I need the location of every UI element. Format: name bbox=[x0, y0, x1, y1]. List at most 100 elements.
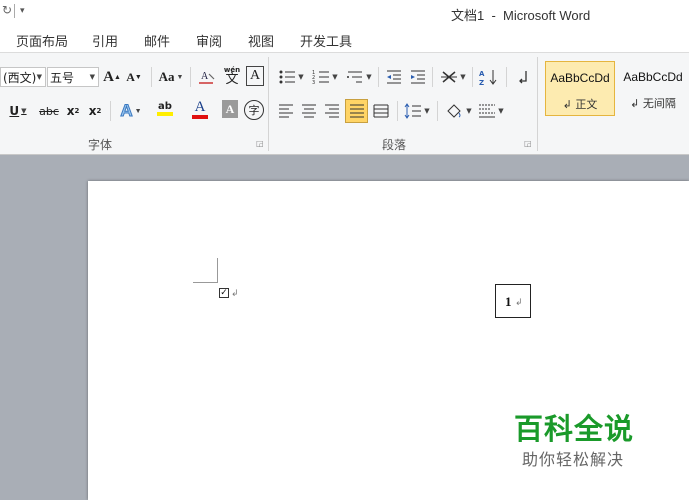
style-no-spacing[interactable]: AaBbCcDd ↲ 无间隔 bbox=[618, 61, 688, 116]
borders-icon bbox=[479, 104, 496, 118]
line-spacing-button[interactable]: ▼ bbox=[402, 100, 432, 122]
tab-review[interactable]: 审阅 bbox=[196, 31, 222, 50]
highlight-icon: ab bbox=[158, 101, 172, 112]
phonetic-char: 文 bbox=[225, 72, 239, 87]
font-size-combo[interactable]: 五号 ▼ bbox=[47, 67, 99, 87]
margin-corner-mark bbox=[217, 258, 218, 282]
align-left-icon bbox=[279, 104, 293, 118]
align-center-button[interactable] bbox=[299, 100, 319, 122]
watermark-tagline: 助你轻松解决 bbox=[522, 450, 625, 469]
character-border-button[interactable]: A bbox=[246, 66, 264, 86]
shrink-font-button[interactable]: A ▼ bbox=[125, 66, 143, 88]
borders-button[interactable]: ▼ bbox=[476, 100, 506, 122]
separator bbox=[397, 101, 398, 121]
paragraph-group-label: 段落 bbox=[382, 138, 407, 152]
text-box-content: 1 bbox=[505, 294, 512, 309]
enclose-char-icon: 字 bbox=[248, 104, 260, 117]
multilevel-list-button[interactable]: ▼ bbox=[344, 66, 374, 88]
text-effect-icon: A bbox=[120, 101, 133, 121]
grow-font-button[interactable]: A ▲ bbox=[103, 66, 121, 88]
tab-page-layout[interactable]: 页面布局 bbox=[16, 31, 68, 50]
separator bbox=[151, 67, 152, 87]
subscript-button[interactable]: x2 bbox=[64, 100, 82, 122]
tab-references[interactable]: 引用 bbox=[92, 31, 118, 50]
group-separator bbox=[268, 57, 269, 151]
phonetic-guide-button[interactable]: wén 文 bbox=[221, 64, 243, 86]
strikethrough-button[interactable]: abc bbox=[36, 100, 62, 122]
svg-text:A: A bbox=[479, 70, 485, 78]
font-dialog-launcher-icon[interactable]: ◲ bbox=[256, 139, 264, 148]
checkbox-symbol[interactable]: ✓ bbox=[219, 288, 229, 298]
enclose-characters-button[interactable]: 字 bbox=[244, 100, 264, 120]
bullet-list-icon bbox=[279, 70, 296, 84]
distributed-button[interactable] bbox=[371, 100, 391, 122]
tab-developer[interactable]: 开发工具 bbox=[300, 31, 352, 50]
clear-formatting-button[interactable]: A bbox=[196, 66, 218, 88]
show-marks-button[interactable] bbox=[512, 66, 532, 88]
increase-indent-button[interactable] bbox=[408, 66, 428, 88]
undo-icon[interactable]: ↻ bbox=[2, 3, 12, 17]
sort-icon: AZ bbox=[479, 70, 497, 86]
customize-quick-access-icon[interactable]: ▾ bbox=[20, 6, 25, 16]
tab-mailings[interactable]: 邮件 bbox=[144, 31, 170, 50]
align-left-button[interactable] bbox=[276, 100, 296, 122]
sort-button[interactable]: AZ bbox=[478, 66, 500, 88]
font-color-swatch bbox=[192, 114, 208, 119]
text-box[interactable]: 1 ↲ bbox=[495, 284, 531, 318]
increase-indent-icon bbox=[411, 70, 425, 84]
separator bbox=[110, 101, 111, 121]
font-color-button[interactable]: A bbox=[184, 98, 216, 120]
chevron-down-icon: ▼ bbox=[89, 73, 95, 81]
align-center-icon bbox=[302, 104, 316, 118]
paragraph-mark: ↲ bbox=[515, 298, 523, 308]
clear-format-icon: A bbox=[199, 71, 215, 84]
separator bbox=[432, 67, 433, 87]
align-right-button[interactable] bbox=[322, 100, 342, 122]
justify-button[interactable] bbox=[345, 99, 368, 123]
svg-text:A: A bbox=[201, 71, 209, 82]
tab-view[interactable]: 视图 bbox=[248, 31, 274, 50]
margin-corner-mark bbox=[193, 282, 218, 283]
chinese-layout-icon bbox=[441, 71, 458, 83]
separator bbox=[190, 67, 191, 87]
superscript-mark: 2 bbox=[96, 107, 102, 115]
svg-text:Z: Z bbox=[479, 79, 484, 86]
change-case-button[interactable]: Aa ▼ bbox=[157, 66, 185, 88]
character-shading-button[interactable]: A bbox=[222, 100, 238, 118]
grow-font-icon: A bbox=[103, 68, 114, 85]
chinese-layout-button[interactable]: ▼ bbox=[438, 66, 468, 88]
char-border-icon: A bbox=[249, 68, 261, 83]
strikethrough-icon: abc bbox=[39, 104, 59, 118]
style-sample: AaBbCcDd bbox=[623, 70, 683, 84]
separator bbox=[506, 67, 507, 87]
justify-icon bbox=[349, 104, 364, 118]
paint-bucket-icon bbox=[447, 104, 462, 118]
text-effect-button[interactable]: A ▼ bbox=[116, 100, 146, 122]
bullets-button[interactable]: ▼ bbox=[276, 66, 306, 88]
superscript-icon: x bbox=[88, 104, 97, 118]
underline-button[interactable]: U ▼ bbox=[6, 100, 30, 122]
highlight-button[interactable]: ab bbox=[148, 98, 182, 120]
font-name-combo[interactable]: (西文) ▼ bbox=[0, 67, 46, 87]
style-normal[interactable]: AaBbCcDd ↲ 正文 bbox=[545, 61, 615, 116]
chevron-down-icon: ▼ bbox=[36, 73, 42, 81]
separator bbox=[472, 67, 473, 87]
highlight-color-swatch bbox=[157, 112, 173, 116]
char-shading-icon: A bbox=[225, 101, 235, 116]
separator bbox=[378, 67, 379, 87]
superscript-button[interactable]: x2 bbox=[86, 100, 104, 122]
shading-button[interactable]: ▼ bbox=[442, 100, 474, 122]
multilevel-list-icon bbox=[347, 71, 363, 83]
font-color-icon: A bbox=[194, 98, 206, 115]
numbering-button[interactable]: 1 2 3 ▼ bbox=[310, 66, 340, 88]
style-sample: AaBbCcDd bbox=[550, 71, 610, 85]
paragraph-dialog-launcher-icon[interactable]: ◲ bbox=[524, 139, 532, 148]
paragraph-mark-icon bbox=[519, 71, 527, 84]
distributed-icon bbox=[373, 104, 389, 118]
ribbon: (西文) ▼ 五号 ▼ A ▲ A ▼ Aa ▼ A wén 文 A U ▼ abc x… bbox=[0, 52, 689, 155]
watermark-brand: 百科全说 bbox=[514, 412, 635, 446]
decrease-indent-button[interactable] bbox=[384, 66, 404, 88]
style-name: ↲ 无间隔 bbox=[630, 97, 676, 110]
decrease-indent-icon bbox=[387, 70, 401, 84]
align-right-icon bbox=[325, 104, 339, 118]
